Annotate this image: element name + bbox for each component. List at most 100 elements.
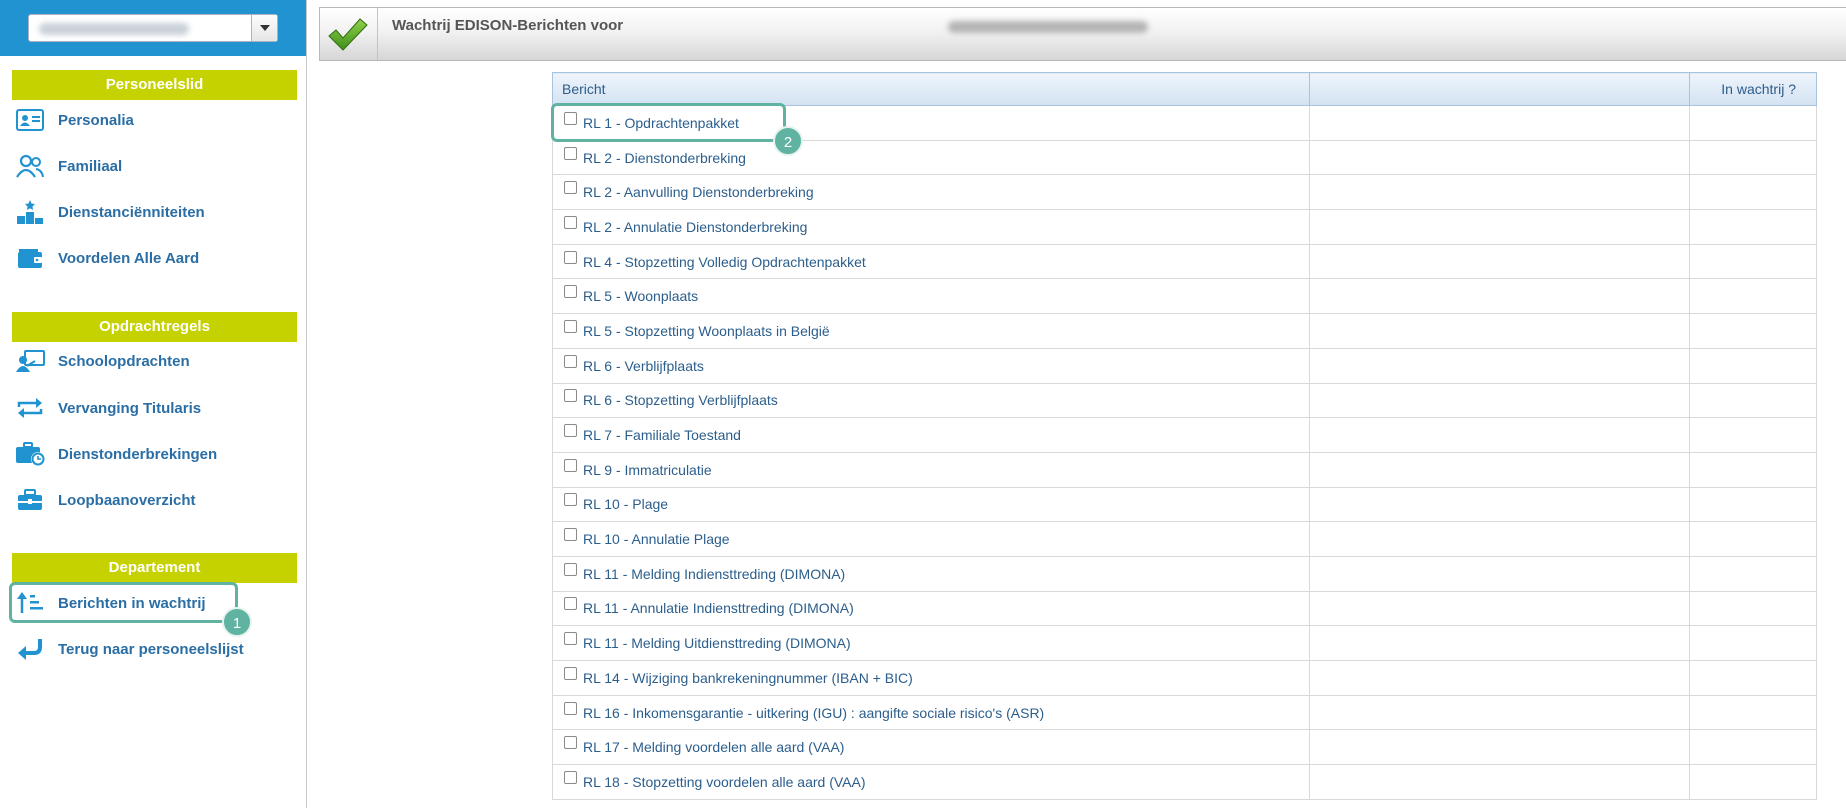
empty-cell <box>1309 313 1690 349</box>
table-row: RL 7 - Familiale Toestand <box>552 417 1817 453</box>
message-checkbox[interactable] <box>564 389 577 403</box>
message-label: RL 14 - Wijziging bankrekeningnummer (IB… <box>583 669 913 686</box>
staff-select[interactable] <box>28 14 278 42</box>
nav-item-terug-naar-personeelslijst[interactable]: Terug naar personeelslijst <box>12 632 297 666</box>
table-row: RL 2 - Annulatie Dienstonderbreking <box>552 209 1817 245</box>
column-header-empty <box>1309 72 1690 106</box>
empty-cell <box>1309 521 1690 557</box>
empty-cell <box>1309 417 1690 453</box>
nav-item-familiaal[interactable]: Familiaal <box>12 149 297 183</box>
page-title: Wachtrij EDISON-Berichten voor <box>392 17 624 34</box>
message-label: RL 11 - Annulatie Indiensttreding (DIMON… <box>583 600 854 617</box>
nav-item-schoolopdrachten[interactable]: Schoolopdrachten <box>12 344 297 378</box>
message-label: RL 2 - Annulatie Dienstonderbreking <box>583 218 808 235</box>
message-cell: RL 18 - Stopzetting voordelen alle aard … <box>552 764 1310 800</box>
table-row: RL 2 - Aanvulling Dienstonderbreking <box>552 174 1817 211</box>
nav-label: Dienstonderbrekingen <box>58 445 218 463</box>
nav-item-personalia[interactable]: Personalia <box>12 103 297 137</box>
in-queue-cell <box>1689 209 1817 245</box>
message-checkbox[interactable] <box>564 285 577 299</box>
message-cell: RL 2 - Annulatie Dienstonderbreking <box>552 209 1310 245</box>
message-checkbox[interactable] <box>564 354 577 368</box>
in-queue-cell <box>1689 660 1817 696</box>
message-checkbox[interactable] <box>564 770 577 784</box>
select-dropdown-button[interactable] <box>251 15 277 41</box>
message-checkbox[interactable] <box>564 666 577 680</box>
message-label: RL 5 - Woonplaats <box>583 288 699 305</box>
table-row: RL 11 - Annulatie Indiensttreding (DIMON… <box>552 590 1817 627</box>
table-header-row: Bericht In wachtrij ? <box>552 72 1817 106</box>
message-checkbox[interactable] <box>564 701 577 715</box>
table-row: RL 10 - Annulatie Plage <box>552 521 1817 557</box>
message-checkbox[interactable] <box>564 181 577 195</box>
nav-label: Loopbaanoverzicht <box>58 491 196 509</box>
empty-cell <box>1309 764 1690 800</box>
title-name-redacted <box>948 21 1148 33</box>
message-cell: RL 7 - Familiale Toestand <box>552 417 1310 453</box>
in-queue-cell <box>1689 521 1817 557</box>
return-arrow-icon <box>14 635 46 663</box>
message-label: RL 11 - Melding Uitdiensttreding (DIMONA… <box>583 635 851 652</box>
message-checkbox[interactable] <box>564 493 577 507</box>
message-checkbox[interactable] <box>564 632 577 646</box>
table-row: RL 6 - Stopzetting Verblijfplaats <box>552 382 1817 419</box>
in-queue-cell <box>1689 694 1817 731</box>
nav-item-vervanging-titularis[interactable]: Vervanging Titularis <box>12 391 297 425</box>
briefcase-icon <box>14 486 46 514</box>
message-checkbox[interactable] <box>564 562 577 576</box>
message-label: RL 18 - Stopzetting voordelen alle aard … <box>583 773 866 790</box>
empty-cell <box>1309 382 1690 419</box>
id-card-icon <box>14 106 46 134</box>
in-queue-cell <box>1689 278 1817 315</box>
in-queue-cell <box>1689 417 1817 453</box>
message-checkbox[interactable] <box>564 424 577 438</box>
nav-item-dienstonderbrekingen[interactable]: Dienstonderbrekingen <box>12 437 297 471</box>
highlight-box <box>551 103 786 142</box>
message-cell: RL 5 - Woonplaats <box>552 278 1310 315</box>
empty-cell <box>1309 347 1690 384</box>
message-cell: RL 9 - Immatriculatie <box>552 451 1310 488</box>
chevron-down-icon <box>260 25 270 31</box>
message-checkbox[interactable] <box>564 250 577 264</box>
message-label: RL 2 - Dienstonderbreking <box>583 149 746 166</box>
nav-label: Personalia <box>58 111 134 129</box>
nav-item-loopbaanoverzicht[interactable]: Loopbaanoverzicht <box>12 483 297 517</box>
message-checkbox[interactable] <box>564 319 577 333</box>
annotation-badge: 1 <box>222 607 252 637</box>
column-header-in-wachtrij[interactable]: In wachtrij ? <box>1689 72 1817 106</box>
empty-cell <box>1309 694 1690 731</box>
nav-item-dienstancienniteiten[interactable]: Dienstanciënniteiten <box>12 195 297 229</box>
section-header-personeelslid: Personeelslid <box>12 70 297 100</box>
message-checkbox[interactable] <box>564 736 577 750</box>
select-value-redacted <box>39 23 189 35</box>
message-checkbox[interactable] <box>564 458 577 472</box>
column-header-bericht[interactable]: Bericht <box>552 72 1310 106</box>
swap-arrows-icon <box>14 394 46 422</box>
confirm-button[interactable] <box>320 8 378 60</box>
nav-label: Schoolopdrachten <box>58 352 190 370</box>
table-row: RL 2 - Dienstonderbreking <box>552 139 1817 176</box>
empty-cell <box>1309 451 1690 488</box>
message-checkbox[interactable] <box>564 146 577 160</box>
table-row: RL 16 - Inkomensgarantie - uitkering (IG… <box>552 694 1817 731</box>
annotation-badge: 2 <box>773 126 803 156</box>
in-queue-cell <box>1689 382 1817 419</box>
message-checkbox[interactable] <box>564 597 577 611</box>
message-label: RL 16 - Inkomensgarantie - uitkering (IG… <box>583 704 1045 721</box>
table-row: RL 14 - Wijziging bankrekeningnummer (IB… <box>552 660 1817 696</box>
nav-label: Terug naar personeelslijst <box>58 640 244 658</box>
message-cell: RL 16 - Inkomensgarantie - uitkering (IG… <box>552 694 1310 731</box>
table-row: RL 11 - Melding Uitdiensttreding (DIMONA… <box>552 625 1817 661</box>
message-checkbox[interactable] <box>564 528 577 542</box>
empty-cell <box>1309 590 1690 627</box>
section-header-departement: Departement <box>12 553 297 583</box>
in-queue-cell <box>1689 764 1817 800</box>
message-cell: RL 10 - Annulatie Plage <box>552 521 1310 557</box>
message-cell: RL 2 - Dienstonderbreking <box>552 139 1310 176</box>
nav-item-voordelen-alle-aard[interactable]: Voordelen Alle Aard <box>12 241 297 275</box>
table-body: RL 1 - Opdrachtenpakket RL 2 - Dienstonde… <box>552 105 1817 800</box>
message-checkbox[interactable] <box>564 215 577 229</box>
table-row: RL 5 - Woonplaats <box>552 278 1817 315</box>
message-label: RL 10 - Annulatie Plage <box>583 531 730 548</box>
empty-cell <box>1309 729 1690 766</box>
